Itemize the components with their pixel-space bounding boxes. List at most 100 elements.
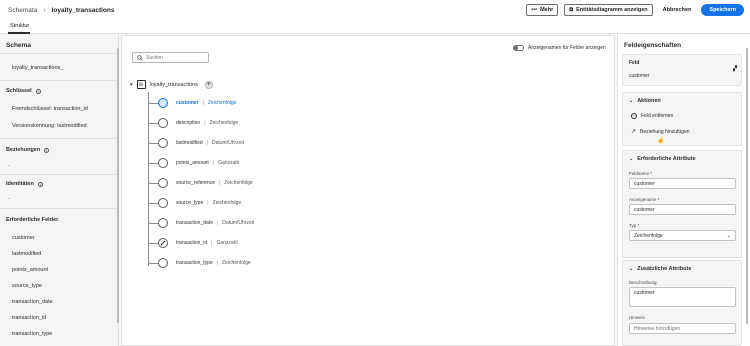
relations-empty: - (8, 163, 10, 169)
breadcrumb-schemas-link[interactable]: Schemata (8, 7, 37, 14)
required-marker: * (637, 223, 640, 228)
add-field-button[interactable]: + (204, 80, 213, 89)
chevron-down-icon: ⌄ (629, 98, 634, 104)
keys-title: Schlüssel (6, 88, 32, 94)
description-textarea[interactable]: customer (629, 287, 736, 307)
relations-section-title: Beziehungen i (6, 147, 50, 153)
required-field-item[interactable]: lastmodified (12, 251, 41, 257)
tree-field-row[interactable]: source_reference | Zeichenfolge (148, 177, 253, 189)
tree-field-row[interactable]: source_type | Zeichenfolge (148, 197, 241, 209)
info-icon[interactable]: i (44, 147, 50, 153)
required-field-item[interactable]: points_amount (12, 267, 48, 273)
tree-field-row[interactable]: points_amount | Ganzzahl (148, 157, 239, 169)
search-input[interactable] (146, 54, 206, 61)
field-card: Feld customer ▞ (622, 54, 742, 86)
schema-name[interactable]: loyalty_transactions_ (12, 65, 63, 71)
required-field-item[interactable]: source_type (12, 283, 42, 289)
required-field-item[interactable]: transaction_date (12, 299, 53, 305)
chevron-down-icon: ⌄ (629, 266, 634, 272)
hint-input[interactable] (629, 323, 736, 334)
additional-attributes-title: Zusätzliche Attribute (637, 266, 692, 272)
cancel-button[interactable]: Abbrechen (659, 4, 696, 16)
diagram-icon: ⧉ (569, 6, 574, 13)
field-type: Ganzzahl (216, 240, 238, 246)
field-separator: | (202, 100, 204, 106)
field-node-icon (158, 158, 168, 168)
root-label: loyalty_transactions (149, 81, 198, 88)
field-name-label-text: Feldname (629, 171, 650, 176)
tree-connector (148, 222, 158, 224)
top-bar: Schemata › loyalty_transactions ••• Mehr … (0, 0, 750, 20)
field-label: Feld (629, 60, 640, 66)
tree-field-row[interactable]: lastmodified | Datum/Uhrzeit (148, 137, 244, 149)
remove-field-button[interactable]: – Feld entfernen (631, 113, 673, 119)
search-icon (137, 54, 143, 61)
tree-field-row[interactable]: customer | Zeichenfolge (148, 97, 236, 109)
field-name: source_reference (176, 180, 215, 186)
field-type: Zeichenfolge (212, 200, 242, 206)
add-relation-button[interactable]: ↗ Beziehung hinzufügen (631, 128, 690, 136)
properties-scrollbar[interactable] (746, 48, 748, 324)
actions-header[interactable]: ⌄ Aktionen (629, 98, 661, 104)
field-separator: | (218, 180, 221, 186)
tree-connector (148, 102, 158, 104)
display-names-toggle[interactable] (513, 45, 524, 51)
actions-title: Aktionen (637, 98, 661, 104)
field-name-input[interactable]: customer (629, 178, 736, 189)
required-field-item[interactable]: transaction_type (12, 331, 52, 337)
schema-root-node[interactable]: ▾ ⊞ loyalty_transactions + (130, 80, 213, 89)
tree-connector (148, 182, 158, 184)
display-name-input[interactable]: customer (629, 204, 736, 215)
divider (0, 138, 119, 139)
more-button[interactable]: ••• Mehr (526, 4, 559, 16)
save-button[interactable]: Speichern (701, 4, 744, 16)
field-node-icon (158, 198, 168, 208)
info-icon[interactable]: i (35, 88, 41, 94)
tree-field-row[interactable]: transaction_type | Zeichenfolge (148, 257, 251, 269)
search-field[interactable] (132, 52, 209, 63)
field-node-icon (158, 118, 168, 128)
more-icon: ••• (531, 7, 538, 13)
info-icon[interactable]: i (37, 181, 43, 187)
field-node-icon (158, 98, 168, 108)
tree-connector (148, 202, 158, 204)
required-attributes-header[interactable]: ⌄ Erforderliche Attribute (629, 156, 696, 162)
field-name: source_type (176, 200, 204, 206)
identities-section-title: Identitäten i (6, 181, 43, 187)
entity-diagram-button[interactable]: ⧉ Entitätsdiagramm anzeigen (564, 4, 653, 16)
chevron-down-icon: ⌄ (726, 232, 731, 239)
field-separator: | (212, 160, 215, 166)
required-marker: * (650, 171, 653, 176)
display-names-toggle-row: Anzeigenamen für Felder anzeigen (513, 45, 606, 51)
description-label: Beschreibung (629, 280, 657, 285)
field-type: Ganzzahl (218, 160, 240, 166)
required-marker: * (657, 197, 660, 202)
required-field-item[interactable]: transaction_id (12, 315, 46, 321)
additional-attributes-header[interactable]: ⌄ Zusätzliche Attribute (629, 266, 691, 272)
field-separator: | (216, 260, 219, 266)
tree-field-row[interactable]: description | Zeichenfolge (148, 117, 238, 129)
required-attributes-card: ⌄ Erforderliche Attribute Feldname * cust… (622, 150, 742, 258)
field-separator: | (206, 140, 208, 146)
actions-card: ⌄ Aktionen – Feld entfernen ↗ Beziehung hin… (622, 92, 742, 146)
additional-attributes-card: ⌄ Zusätzliche Attribute Beschreibung cust… (622, 260, 742, 346)
required-field-item[interactable]: customer (12, 235, 35, 241)
sidebar-scrollbar[interactable] (117, 48, 119, 323)
tree-connector (148, 162, 158, 164)
field-node-icon (158, 178, 168, 188)
type-select[interactable]: Zeichenfolge ⌄ (629, 230, 736, 241)
version-key-item[interactable]: Versionskennung: lastmodified (12, 123, 87, 129)
tree-connector (148, 242, 158, 244)
field-separator: | (204, 120, 206, 126)
divider (0, 80, 119, 81)
field-type: Zeichenfolge (209, 120, 239, 126)
field-type: Zeichenfolge (224, 180, 253, 186)
collapse-chevron-icon[interactable]: ▾ (130, 82, 133, 88)
foreign-key-item[interactable]: Fremdschlüssel: transaction_id (12, 106, 88, 112)
tree-field-row[interactable]: transaction_id | Ganzzahl (148, 237, 238, 249)
field-type: Zeichenfolge (207, 100, 237, 106)
tree-field-row[interactable]: transaction_date | Datum/Uhrzeit (148, 217, 254, 229)
tab-structure[interactable]: Struktur (10, 23, 29, 29)
tree-connector (148, 142, 158, 144)
link-icon: ↗ (631, 129, 637, 135)
